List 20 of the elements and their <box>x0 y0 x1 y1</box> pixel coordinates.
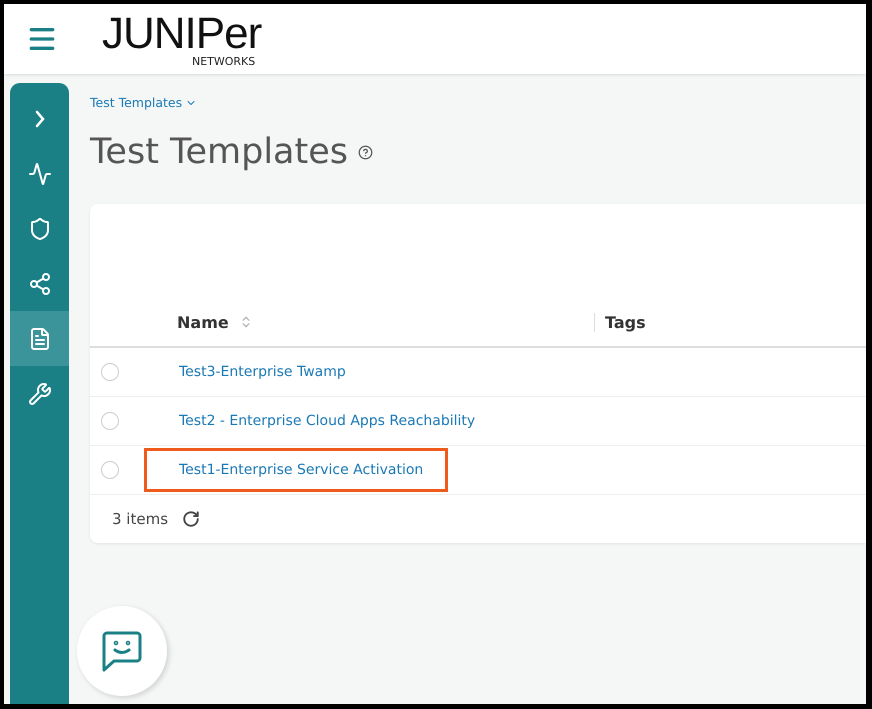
radio-button[interactable] <box>101 461 119 479</box>
pulse-icon <box>28 162 52 186</box>
breadcrumb-link[interactable]: Test Templates <box>90 95 198 110</box>
smiley-chat-icon <box>100 630 144 672</box>
share-icon <box>28 272 52 296</box>
column-header[interactable]: Name <box>177 312 594 332</box>
radio-button[interactable] <box>101 412 119 430</box>
chevron-right-icon <box>34 110 44 128</box>
sidebar-item[interactable] <box>10 311 69 366</box>
wrench-icon <box>28 382 52 406</box>
item-count: 3 items <box>112 510 168 528</box>
column-header[interactable]: Tags <box>594 312 646 332</box>
logo: JUNIPer NETWORKS <box>102 12 262 66</box>
template-link[interactable]: Test3-Enterprise Twamp <box>144 350 371 394</box>
template-link[interactable]: Test1-Enterprise Service Activation <box>144 448 448 492</box>
radio-button[interactable] <box>101 363 119 381</box>
template-link[interactable]: Test2 - Enterprise Cloud Apps Reachability <box>144 399 500 443</box>
refresh-icon[interactable] <box>182 510 200 528</box>
page-title: Test Templates <box>90 132 348 172</box>
help-icon[interactable] <box>358 144 373 160</box>
